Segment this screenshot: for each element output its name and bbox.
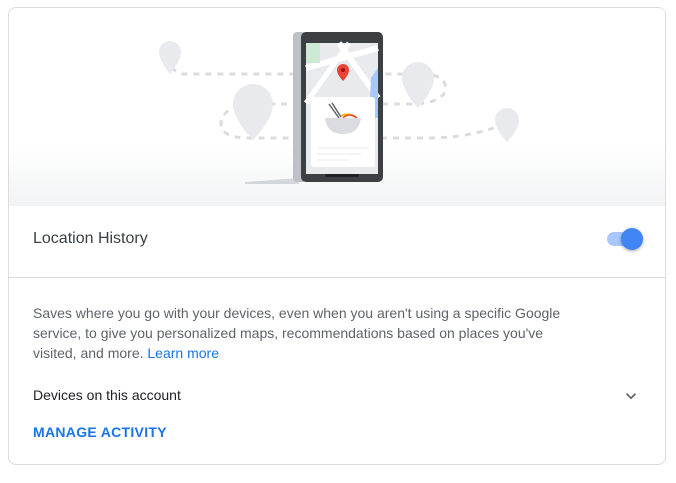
manage-activity-button[interactable]: MANAGE ACTIVITY <box>33 424 167 440</box>
description: Saves where you go with your devices, ev… <box>33 303 573 363</box>
devices-row[interactable]: Devices on this account <box>9 382 665 410</box>
location-history-setting-row: Location History <box>9 206 665 278</box>
pin-icon-right-mid <box>402 62 434 108</box>
phone-map-illustration <box>159 32 519 184</box>
location-history-card: Location History Saves where you go with… <box>8 7 666 465</box>
learn-more-link[interactable]: Learn more <box>147 345 219 361</box>
devices-label: Devices on this account <box>33 387 181 403</box>
pin-icon-right-small <box>495 108 519 142</box>
pin-icon-left-small <box>159 41 181 74</box>
description-text: Saves where you go with your devices, ev… <box>33 305 561 361</box>
hero-illustration <box>9 8 665 206</box>
pin-icon-left-large <box>233 84 273 140</box>
setting-title: Location History <box>33 230 148 247</box>
chevron-down-icon[interactable] <box>621 386 641 406</box>
location-history-toggle[interactable] <box>605 227 645 251</box>
toggle-thumb <box>621 228 643 250</box>
